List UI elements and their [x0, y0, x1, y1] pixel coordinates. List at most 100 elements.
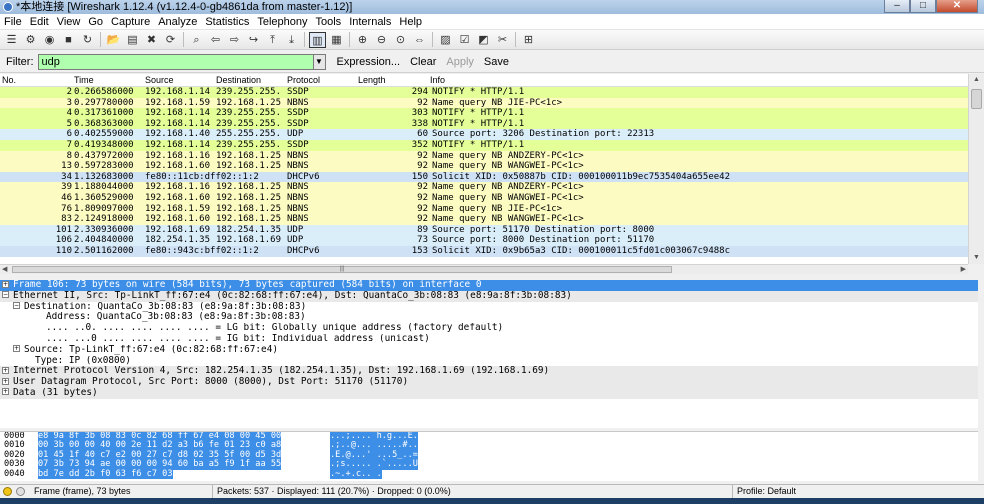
packet-row[interactable]: 13 0.597283000 192.168.1.60 192.168.1.25 NBN…	[0, 161, 968, 172]
col-source[interactable]: Source	[145, 74, 174, 87]
colorize-icon[interactable]: ▥	[309, 31, 326, 48]
col-time[interactable]: Time	[74, 74, 94, 87]
packet-list-vertical-scrollbar[interactable]: ▲ ▼	[968, 74, 984, 264]
stop-icon[interactable]: ■	[60, 32, 77, 48]
expand-icon[interactable]: +	[2, 366, 9, 374]
menu-capture[interactable]: Capture	[107, 14, 154, 29]
packet-list-horizontal-scrollbar[interactable]: ◀ ||| ▶	[0, 264, 968, 274]
preferences-icon[interactable]: ✂	[494, 32, 511, 48]
clear-button[interactable]: Clear	[405, 56, 441, 68]
detail-tree-row[interactable]: − Destination: QuantaCo_3b:08:83 (e8:9a:8…	[0, 302, 978, 313]
col-length[interactable]: Length	[358, 74, 386, 87]
packet-row[interactable]: 8 0.437972000 192.168.1.16 192.168.1.25 NBNS…	[0, 150, 968, 162]
forward-icon[interactable]: ⇨	[226, 32, 243, 48]
status-profile[interactable]: Profile: Default	[732, 485, 796, 498]
options-icon[interactable]: ⚙	[22, 32, 39, 48]
scroll-down-arrow-icon[interactable]: ▼	[969, 252, 984, 264]
detail-tree-row[interactable]: + User Datagram Protocol, Src Port: 8000 …	[0, 377, 978, 388]
menu-file[interactable]: File	[0, 14, 26, 29]
first-icon[interactable]: ⤒	[264, 32, 281, 48]
last-icon[interactable]: ⤓	[283, 32, 300, 48]
capture-filters-icon[interactable]: ▨	[437, 32, 454, 48]
detail-tree-row[interactable]: Type: IP (0x0800)	[0, 356, 978, 367]
scroll-up-arrow-icon[interactable]: ▲	[969, 74, 984, 86]
expand-icon[interactable]: +	[2, 388, 9, 396]
col-no[interactable]: No.	[2, 74, 16, 87]
menu-statistics[interactable]: Statistics	[201, 14, 253, 29]
collapse-icon[interactable]: −	[13, 302, 20, 310]
packet-row[interactable]: 5 0.368363000 192.168.1.14 239.255.255. SSDP…	[0, 118, 968, 130]
horizontal-scroll-thumb[interactable]: |||	[12, 266, 672, 273]
packet-row[interactable]: 3 0.297780000 192.168.1.59 192.168.1.25 NBNS…	[0, 97, 968, 109]
menu-internals[interactable]: Internals	[345, 14, 395, 29]
display-filters-icon[interactable]: ☑	[456, 32, 473, 48]
detail-tree-row[interactable]: + Frame 106: 73 bytes on wire (584 bits),…	[0, 280, 978, 291]
col-protocol[interactable]: Protocol	[287, 74, 320, 87]
filter-history-dropdown[interactable]: ▼	[313, 53, 326, 70]
hex-ascii[interactable]: .~.+.c.. .	[330, 469, 382, 479]
help-icon[interactable]: ⊞	[520, 32, 537, 48]
detail-tree-row[interactable]: − Ethernet II, Src: Tp-LinkT_ff:67:e4 (0c…	[0, 290, 978, 302]
save-filter-button[interactable]: Save	[479, 56, 514, 68]
minimize-button[interactable]: –	[884, 0, 910, 13]
col-info[interactable]: Info	[430, 74, 445, 87]
zoom-in-icon[interactable]: ⊕	[354, 32, 371, 48]
packet-row[interactable]: 39 1.188044000 192.168.1.16 192.168.1.25 NBN…	[0, 182, 968, 193]
packet-row[interactable]: 106 2.404840000 182.254.1.35 192.168.1.69 UD…	[0, 235, 968, 246]
scroll-thumb[interactable]	[971, 89, 982, 109]
detail-tree-row[interactable]: + Source: Tp-LinkT_ff:67:e4 (0c:82:68:ff:…	[0, 345, 978, 356]
maximize-button[interactable]: □	[910, 0, 936, 13]
detail-tree-row[interactable]: Address: QuantaCo_3b:08:83 (e8:9a:8f:3b:…	[0, 312, 978, 323]
detail-tree-row[interactable]: + Internet Protocol Version 4, Src: 182.2…	[0, 366, 978, 378]
menu-analyze[interactable]: Analyze	[154, 14, 201, 29]
coloring-rules-icon[interactable]: ◩	[475, 32, 492, 48]
packet-row[interactable]: 34 1.132683000 fe80::11cb:dff02::1:2 DHCPv6…	[0, 171, 968, 183]
collapse-icon[interactable]: −	[2, 291, 9, 299]
packet-row[interactable]: 110 2.501162000 fe80::943c:bff02::1:2 DHCPv…	[0, 245, 968, 257]
packet-row[interactable]: 101 2.330936000 192.168.1.69 182.254.1.35 UD…	[0, 224, 968, 236]
open-icon[interactable]: 📂	[105, 32, 122, 48]
menu-view[interactable]: View	[53, 14, 85, 29]
menu-go[interactable]: Go	[84, 14, 107, 29]
detail-tree-row[interactable]: .... ..0. .... .... .... .... = LG bit: …	[0, 323, 978, 334]
scroll-left-arrow-icon[interactable]: ◀	[2, 265, 7, 273]
hex-bytes[interactable]: bd 7e dd 2b f0 63 f6 c7 03	[38, 469, 173, 479]
expert-info-icon[interactable]	[3, 487, 12, 496]
col-destination[interactable]: Destination	[216, 74, 261, 87]
close-button[interactable]: ✕	[936, 0, 978, 13]
packet-row[interactable]: 2 0.266586000 192.168.1.14 239.255.255. SSDP…	[0, 87, 968, 98]
packet-row[interactable]: 4 0.317361000 192.168.1.14 239.255.255. SSDP…	[0, 108, 968, 119]
back-icon[interactable]: ⇦	[207, 32, 224, 48]
find-icon[interactable]: ⌕	[188, 32, 205, 48]
autoscroll-icon[interactable]: ▦	[328, 32, 345, 48]
capture-comments-icon[interactable]	[16, 487, 25, 496]
filter-input[interactable]	[37, 53, 314, 70]
zoom-out-icon[interactable]: ⊖	[373, 32, 390, 48]
restart-icon[interactable]: ↻	[79, 32, 96, 48]
packet-row[interactable]: 83 2.124918000 192.168.1.60 192.168.1.25 NBN…	[0, 214, 968, 225]
detail-tree-row[interactable]: .... ...0 .... .... .... .... = IG bit: …	[0, 334, 978, 345]
menu-help[interactable]: Help	[395, 14, 426, 29]
normal-size-icon[interactable]: ⊙	[392, 32, 409, 48]
resize-columns-icon[interactable]: ⇔	[411, 32, 428, 48]
expression-button[interactable]: Expression...	[332, 56, 406, 68]
expand-icon[interactable]: +	[13, 345, 20, 353]
menu-telephony[interactable]: Telephony	[253, 14, 311, 29]
scroll-right-arrow-icon[interactable]: ▶	[961, 265, 966, 273]
detail-tree-row[interactable]: + Data (31 bytes)	[0, 387, 978, 399]
packet-row[interactable]: 6 0.402559000 192.168.1.40 255.255.255. UDP 6…	[0, 129, 968, 140]
reload-icon[interactable]: ⟳	[162, 32, 179, 48]
expand-icon[interactable]: +	[2, 377, 9, 385]
packet-row[interactable]: 46 1.360529000 192.168.1.60 192.168.1.25 NBN…	[0, 192, 968, 204]
goto-icon[interactable]: ↪	[245, 32, 262, 48]
packet-row[interactable]: 76 1.809097000 192.168.1.59 192.168.1.25 NBN…	[0, 203, 968, 215]
packet-row[interactable]: 7 0.419348000 192.168.1.14 239.255.255. SSDP…	[0, 139, 968, 151]
save-icon[interactable]: ▤	[124, 32, 141, 48]
start-icon[interactable]: ◉	[41, 32, 58, 48]
interfaces-icon[interactable]: ☰	[3, 32, 20, 48]
menu-tools[interactable]: Tools	[312, 14, 346, 29]
expand-icon[interactable]: +	[2, 280, 9, 288]
close-file-icon[interactable]: ✖	[143, 32, 160, 48]
apply-button[interactable]: Apply	[441, 56, 479, 68]
menu-edit[interactable]: Edit	[26, 14, 53, 29]
